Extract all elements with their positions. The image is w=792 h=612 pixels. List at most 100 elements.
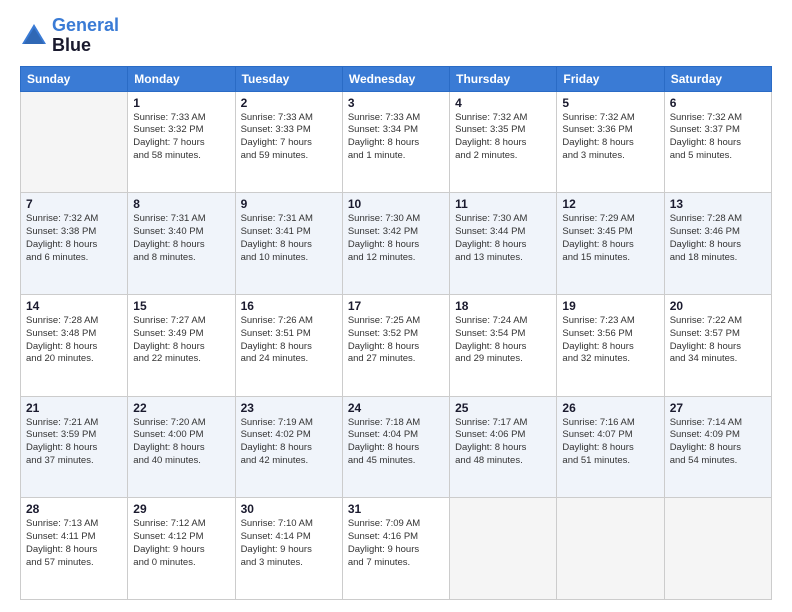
day-number: 16 <box>241 299 337 313</box>
day-info: Sunrise: 7:28 AM Sunset: 3:46 PM Dayligh… <box>670 213 766 264</box>
day-info: Sunrise: 7:09 AM Sunset: 4:16 PM Dayligh… <box>348 518 444 569</box>
calendar-cell: 22 Sunrise: 7:20 AM Sunset: 4:00 PM Dayli… <box>128 396 235 498</box>
day-number: 13 <box>670 197 766 211</box>
calendar-table: SundayMondayTuesdayWednesdayThursdayFrid… <box>20 66 772 600</box>
calendar-cell: 3 Sunrise: 7:33 AM Sunset: 3:34 PM Daylig… <box>342 91 449 193</box>
day-info: Sunrise: 7:16 AM Sunset: 4:07 PM Dayligh… <box>562 417 658 468</box>
day-info: Sunrise: 7:14 AM Sunset: 4:09 PM Dayligh… <box>670 417 766 468</box>
day-number: 8 <box>133 197 229 211</box>
day-info: Sunrise: 7:29 AM Sunset: 3:45 PM Dayligh… <box>562 213 658 264</box>
calendar-cell: 5Sunrise: 7:32 AM Sunset: 3:36 PM Daylig… <box>557 91 664 193</box>
day-number: 19 <box>562 299 658 313</box>
calendar-cell: 6Sunrise: 7:32 AM Sunset: 3:37 PM Daylig… <box>664 91 771 193</box>
calendar-cell: 2 Sunrise: 7:33 AM Sunset: 3:33 PM Daylig… <box>235 91 342 193</box>
day-info: Sunrise: 7:33 AM Sunset: 3:33 PM Dayligh… <box>241 112 337 163</box>
calendar-cell <box>450 498 557 600</box>
calendar-cell: 15 Sunrise: 7:27 AM Sunset: 3:49 PM Dayli… <box>128 294 235 396</box>
week-row-1: 7 Sunrise: 7:32 AM Sunset: 3:38 PM Daylig… <box>21 193 772 295</box>
day-info: Sunrise: 7:31 AM Sunset: 3:41 PM Dayligh… <box>241 213 337 264</box>
day-info: Sunrise: 7:22 AM Sunset: 3:57 PM Dayligh… <box>670 315 766 366</box>
calendar-cell: 1Sunrise: 7:33 AM Sunset: 3:32 PM Daylig… <box>128 91 235 193</box>
day-info: Sunrise: 7:25 AM Sunset: 3:52 PM Dayligh… <box>348 315 444 366</box>
day-number: 2 <box>241 96 337 110</box>
day-number: 9 <box>241 197 337 211</box>
weekday-monday: Monday <box>128 66 235 91</box>
calendar-cell: 7 Sunrise: 7:32 AM Sunset: 3:38 PM Daylig… <box>21 193 128 295</box>
day-number: 24 <box>348 401 444 415</box>
day-number: 3 <box>348 96 444 110</box>
calendar-cell: 9 Sunrise: 7:31 AM Sunset: 3:41 PM Daylig… <box>235 193 342 295</box>
day-info: Sunrise: 7:27 AM Sunset: 3:49 PM Dayligh… <box>133 315 229 366</box>
day-number: 31 <box>348 502 444 516</box>
weekday-friday: Friday <box>557 66 664 91</box>
logo-icon <box>20 22 48 50</box>
day-info: Sunrise: 7:33 AM Sunset: 3:32 PM Dayligh… <box>133 112 229 163</box>
day-info: Sunrise: 7:32 AM Sunset: 3:38 PM Dayligh… <box>26 213 122 264</box>
calendar-cell: 30Sunrise: 7:10 AM Sunset: 4:14 PM Dayli… <box>235 498 342 600</box>
calendar-cell: 13 Sunrise: 7:28 AM Sunset: 3:46 PM Dayli… <box>664 193 771 295</box>
calendar-cell: 11 Sunrise: 7:30 AM Sunset: 3:44 PM Dayli… <box>450 193 557 295</box>
calendar-cell: 14 Sunrise: 7:28 AM Sunset: 3:48 PM Dayli… <box>21 294 128 396</box>
day-number: 26 <box>562 401 658 415</box>
day-info: Sunrise: 7:13 AM Sunset: 4:11 PM Dayligh… <box>26 518 122 569</box>
day-number: 15 <box>133 299 229 313</box>
calendar-cell: 17 Sunrise: 7:25 AM Sunset: 3:52 PM Dayli… <box>342 294 449 396</box>
day-info: Sunrise: 7:19 AM Sunset: 4:02 PM Dayligh… <box>241 417 337 468</box>
calendar-cell: 27 Sunrise: 7:14 AM Sunset: 4:09 PM Dayli… <box>664 396 771 498</box>
day-number: 17 <box>348 299 444 313</box>
day-info: Sunrise: 7:33 AM Sunset: 3:34 PM Dayligh… <box>348 112 444 163</box>
calendar-cell: 25Sunrise: 7:17 AM Sunset: 4:06 PM Dayli… <box>450 396 557 498</box>
calendar-cell: 31 Sunrise: 7:09 AM Sunset: 4:16 PM Dayli… <box>342 498 449 600</box>
day-info: Sunrise: 7:28 AM Sunset: 3:48 PM Dayligh… <box>26 315 122 366</box>
day-info: Sunrise: 7:20 AM Sunset: 4:00 PM Dayligh… <box>133 417 229 468</box>
calendar-cell: 29 Sunrise: 7:12 AM Sunset: 4:12 PM Dayli… <box>128 498 235 600</box>
day-info: Sunrise: 7:10 AM Sunset: 4:14 PM Dayligh… <box>241 518 337 569</box>
day-number: 20 <box>670 299 766 313</box>
weekday-sunday: Sunday <box>21 66 128 91</box>
week-row-2: 14 Sunrise: 7:28 AM Sunset: 3:48 PM Dayli… <box>21 294 772 396</box>
page: General Blue SundayMondayTuesdayWednesda… <box>0 0 792 612</box>
day-number: 18 <box>455 299 551 313</box>
day-number: 6 <box>670 96 766 110</box>
logo-text: General Blue <box>52 16 119 56</box>
calendar-cell: 16Sunrise: 7:26 AM Sunset: 3:51 PM Dayli… <box>235 294 342 396</box>
day-info: Sunrise: 7:23 AM Sunset: 3:56 PM Dayligh… <box>562 315 658 366</box>
weekday-tuesday: Tuesday <box>235 66 342 91</box>
day-info: Sunrise: 7:24 AM Sunset: 3:54 PM Dayligh… <box>455 315 551 366</box>
calendar-cell: 12 Sunrise: 7:29 AM Sunset: 3:45 PM Dayli… <box>557 193 664 295</box>
week-row-3: 21Sunrise: 7:21 AM Sunset: 3:59 PM Dayli… <box>21 396 772 498</box>
day-info: Sunrise: 7:32 AM Sunset: 3:35 PM Dayligh… <box>455 112 551 163</box>
day-info: Sunrise: 7:18 AM Sunset: 4:04 PM Dayligh… <box>348 417 444 468</box>
day-number: 28 <box>26 502 122 516</box>
calendar-cell: 23 Sunrise: 7:19 AM Sunset: 4:02 PM Dayli… <box>235 396 342 498</box>
day-number: 11 <box>455 197 551 211</box>
calendar-cell: 21Sunrise: 7:21 AM Sunset: 3:59 PM Dayli… <box>21 396 128 498</box>
day-number: 27 <box>670 401 766 415</box>
day-number: 29 <box>133 502 229 516</box>
day-number: 10 <box>348 197 444 211</box>
day-number: 14 <box>26 299 122 313</box>
weekday-header-row: SundayMondayTuesdayWednesdayThursdayFrid… <box>21 66 772 91</box>
week-row-0: 1Sunrise: 7:33 AM Sunset: 3:32 PM Daylig… <box>21 91 772 193</box>
day-info: Sunrise: 7:30 AM Sunset: 3:42 PM Dayligh… <box>348 213 444 264</box>
day-number: 12 <box>562 197 658 211</box>
day-number: 7 <box>26 197 122 211</box>
calendar-cell: 24 Sunrise: 7:18 AM Sunset: 4:04 PM Dayli… <box>342 396 449 498</box>
day-info: Sunrise: 7:12 AM Sunset: 4:12 PM Dayligh… <box>133 518 229 569</box>
day-number: 5 <box>562 96 658 110</box>
calendar-cell: 18 Sunrise: 7:24 AM Sunset: 3:54 PM Dayli… <box>450 294 557 396</box>
day-info: Sunrise: 7:30 AM Sunset: 3:44 PM Dayligh… <box>455 213 551 264</box>
weekday-saturday: Saturday <box>664 66 771 91</box>
day-info: Sunrise: 7:21 AM Sunset: 3:59 PM Dayligh… <box>26 417 122 468</box>
calendar-cell <box>557 498 664 600</box>
day-number: 23 <box>241 401 337 415</box>
day-number: 22 <box>133 401 229 415</box>
calendar-cell: 26 Sunrise: 7:16 AM Sunset: 4:07 PM Dayli… <box>557 396 664 498</box>
calendar-cell <box>21 91 128 193</box>
weekday-thursday: Thursday <box>450 66 557 91</box>
day-info: Sunrise: 7:31 AM Sunset: 3:40 PM Dayligh… <box>133 213 229 264</box>
calendar-cell: 20 Sunrise: 7:22 AM Sunset: 3:57 PM Dayli… <box>664 294 771 396</box>
calendar-cell <box>664 498 771 600</box>
calendar-cell: 28 Sunrise: 7:13 AM Sunset: 4:11 PM Dayli… <box>21 498 128 600</box>
calendar-cell: 10 Sunrise: 7:30 AM Sunset: 3:42 PM Dayli… <box>342 193 449 295</box>
